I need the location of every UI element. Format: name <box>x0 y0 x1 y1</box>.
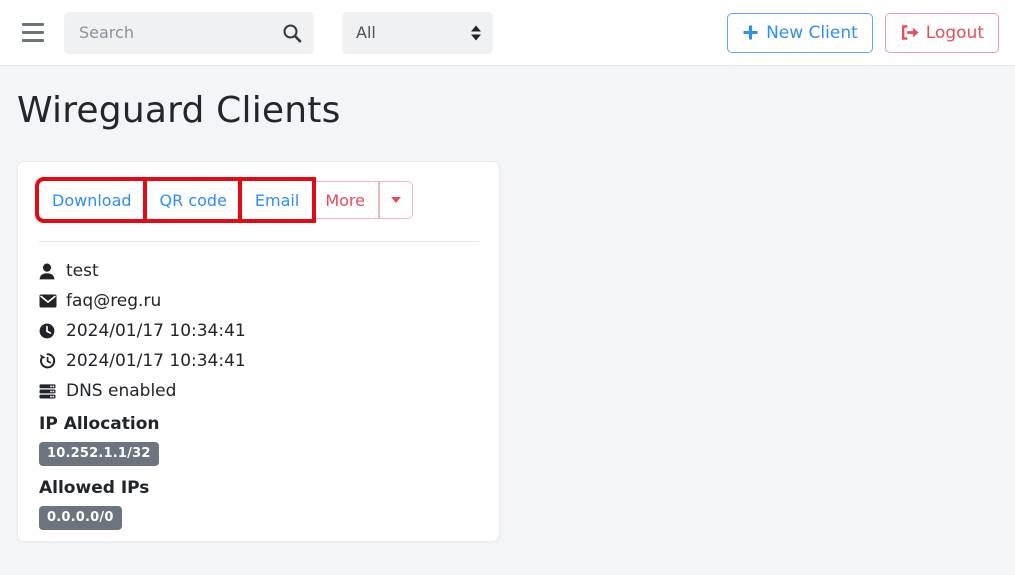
new-client-label: New Client <box>766 22 858 43</box>
hamburger-bar <box>22 39 44 42</box>
email-label: Email <box>254 190 300 210</box>
email-button[interactable]: Email <box>237 177 317 223</box>
qr-code-button[interactable]: QR code <box>142 177 244 223</box>
sign-out-icon <box>900 24 919 41</box>
clock-icon <box>39 323 59 339</box>
new-client-button[interactable]: New Client <box>727 12 873 53</box>
detail-row-dns: DNS enabled <box>39 380 478 402</box>
ip-allocation-values: 10.252.1.1/32 <box>39 442 478 466</box>
hamburger-menu-icon[interactable] <box>20 20 46 46</box>
more-dropdown-toggle[interactable] <box>378 181 413 219</box>
allowed-ips-badge: 0.0.0.0/0 <box>39 506 122 530</box>
detail-row-name: test <box>39 260 478 282</box>
created-at: 2024/01/17 10:34:41 <box>66 321 246 341</box>
detail-row-updated: 2024/01/17 10:34:41 <box>39 350 478 372</box>
page-title: Wireguard Clients <box>17 90 341 131</box>
chevron-down-icon <box>390 197 401 203</box>
filter-select[interactable]: All <box>342 11 493 54</box>
qr-code-label: QR code <box>159 190 227 210</box>
envelope-icon <box>39 294 59 308</box>
detail-row-email: faq@reg.ru <box>39 290 478 312</box>
more-button[interactable]: More <box>312 181 379 219</box>
logout-label: Logout <box>925 22 984 43</box>
ip-allocation-label: IP Allocation <box>39 414 160 434</box>
client-card-body: Download QR code Email More test faq@reg… <box>18 162 499 530</box>
ip-allocation-badge: 10.252.1.1/32 <box>39 442 159 466</box>
download-label: Download <box>52 190 132 210</box>
allowed-ips-values: 0.0.0.0/0 <box>39 506 478 530</box>
card-divider <box>39 241 479 242</box>
client-card: Download QR code Email More test faq@reg… <box>17 161 500 542</box>
more-label: More <box>325 190 365 210</box>
logout-button[interactable]: Logout <box>884 12 999 53</box>
user-icon <box>39 263 59 280</box>
download-button[interactable]: Download <box>35 177 149 223</box>
plus-icon <box>742 24 759 41</box>
search-container <box>64 11 314 54</box>
dns-status: DNS enabled <box>66 381 177 401</box>
server-icon <box>39 383 59 399</box>
client-name: test <box>66 261 99 281</box>
filter-select-container: All <box>342 11 493 54</box>
navbar-left-group: All <box>20 11 493 54</box>
navbar-right-group: New Client Logout <box>727 12 999 53</box>
top-navbar: All New Client <box>0 0 1015 66</box>
allowed-ips-label: Allowed IPs <box>39 478 150 498</box>
hamburger-bar <box>22 31 44 34</box>
clock-history-icon <box>39 353 59 369</box>
detail-row-created: 2024/01/17 10:34:41 <box>39 320 478 342</box>
client-actions-group: Download QR code Email More <box>35 177 478 223</box>
search-input[interactable] <box>64 11 314 54</box>
client-email: faq@reg.ru <box>66 291 162 311</box>
updated-at: 2024/01/17 10:34:41 <box>66 351 246 371</box>
hamburger-bar <box>22 23 44 26</box>
